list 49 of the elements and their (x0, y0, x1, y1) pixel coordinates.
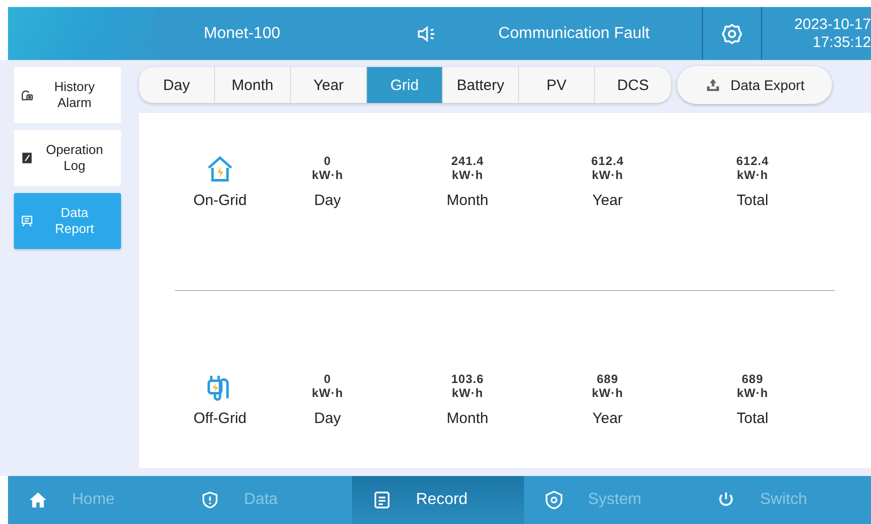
stat-unit: kW·h (452, 168, 484, 182)
stat-label: Day (314, 410, 341, 428)
stat-value: 0 (324, 372, 332, 386)
stat-unit: kW·h (312, 168, 344, 182)
stat-label: Day (314, 192, 341, 209)
house-bolt-icon (205, 154, 235, 184)
stat-value: 103.6 (451, 372, 484, 386)
alarm-status: Communication Fault (497, 24, 651, 42)
sidebar-item[interactable]: Operation Log (14, 130, 121, 186)
notebook-icon (20, 151, 34, 165)
stat-label: Total (736, 410, 768, 428)
tab[interactable]: Day (139, 67, 215, 103)
stat-unit: kW·h (736, 168, 768, 182)
stat-label: Total (736, 192, 768, 209)
stat-value: 0 (324, 154, 332, 168)
time-text: 17:35:12 (812, 34, 871, 52)
stat-value: 612.4 (591, 154, 624, 168)
gear-shield-icon (544, 490, 564, 510)
stat-value: 689 (742, 372, 764, 386)
stat-value: 241.4 (451, 154, 484, 168)
presentation-icon (20, 214, 34, 228)
section-label: On-Grid (193, 192, 247, 209)
stat-unit: kW·h (592, 386, 624, 400)
date-text: 2023-10-17 (794, 16, 871, 34)
stat-value: 689 (596, 372, 618, 386)
document-icon (372, 490, 392, 510)
section-label: Off-Grid (193, 410, 247, 428)
shield-icon (200, 490, 220, 510)
stat-unit: kW·h (736, 386, 768, 400)
settings-icon[interactable] (721, 22, 743, 44)
stat-label: Month (446, 410, 488, 428)
device-name: Monet-100 (202, 24, 282, 42)
stat-label: Year (592, 192, 623, 209)
alarm-icon (20, 88, 34, 102)
tab[interactable]: Month (215, 67, 291, 103)
tab[interactable]: PV (519, 67, 595, 103)
nav-tab[interactable]: Record (352, 476, 524, 524)
stat-label: Month (446, 192, 488, 209)
export-button[interactable]: Data Export (677, 66, 832, 104)
tab[interactable]: DCS (595, 67, 671, 103)
home-icon (28, 490, 48, 510)
sidebar-item[interactable]: History Alarm (14, 67, 121, 123)
tab[interactable]: Battery (443, 67, 519, 103)
stat-unit: kW·h (312, 386, 344, 400)
stat-value: 612.4 (736, 154, 769, 168)
stat-unit: kW·h (452, 386, 484, 400)
stat-label: Year (592, 410, 623, 428)
upload-icon (704, 77, 721, 93)
stat-unit: kW·h (592, 168, 624, 182)
